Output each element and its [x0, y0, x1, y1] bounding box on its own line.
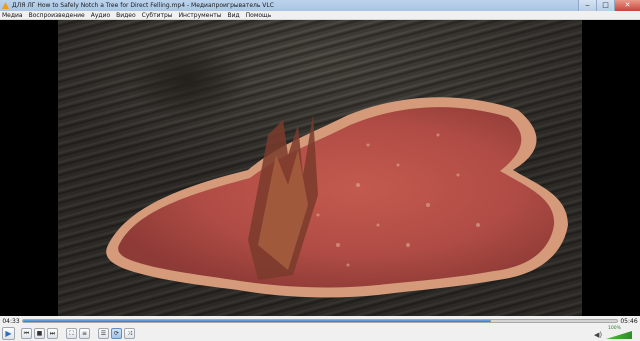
extended-settings-button[interactable]: ≡ [79, 328, 90, 339]
menu-subtitles[interactable]: Субтитры [142, 12, 173, 19]
previous-button[interactable]: ⏮ [21, 328, 32, 339]
seek-slider[interactable] [22, 319, 618, 323]
menu-playback[interactable]: Воспроизведение [29, 12, 85, 19]
video-area[interactable] [0, 20, 640, 316]
volume-slider[interactable] [606, 331, 632, 339]
seek-progress [23, 320, 492, 322]
menu-bar: Медиа Воспроизведение Аудио Видео Субтит… [0, 11, 640, 20]
window-buttons: ‒ □ ✕ [578, 0, 640, 11]
menu-tools[interactable]: Инструменты [179, 12, 222, 19]
volume-control[interactable]: ◀) 100% [594, 326, 634, 341]
stump-illustration [106, 97, 569, 298]
menu-view[interactable]: Вид [228, 12, 240, 19]
volume-label: 100% [608, 326, 621, 331]
menu-video[interactable]: Видео [116, 12, 136, 19]
video-frame [58, 20, 582, 316]
title-bar[interactable]: ДЛЯ ЛГ How to Safely Notch a Tree for Di… [0, 0, 640, 11]
menu-audio[interactable]: Аудио [91, 12, 110, 19]
menu-help[interactable]: Помощь [246, 12, 272, 19]
next-button[interactable]: ⏭ [47, 328, 58, 339]
vlc-window: ДЛЯ ЛГ How to Safely Notch a Tree for Di… [0, 0, 640, 341]
speaker-icon[interactable]: ◀) [594, 331, 602, 339]
random-button[interactable]: ⤨ [124, 328, 135, 339]
loop-button[interactable]: ⟳ [111, 328, 122, 339]
close-button[interactable]: ✕ [614, 0, 640, 11]
play-button[interactable]: ▶ [2, 327, 15, 340]
seek-row: 04:33 05:46 [0, 316, 640, 326]
fullscreen-button[interactable]: ⛶ [66, 328, 77, 339]
current-time: 04:33 [2, 317, 20, 325]
tree-stump-image [98, 75, 578, 305]
control-bar: ▶ ⏮ ■ ⏭ ⛶ ≡ ☰ ⟳ ⤨ ◀) 100% [0, 326, 640, 341]
minimize-button[interactable]: ‒ [578, 0, 596, 11]
stop-button[interactable]: ■ [34, 328, 45, 339]
maximize-button[interactable]: □ [596, 0, 614, 11]
vlc-cone-icon [2, 2, 9, 9]
window-title: ДЛЯ ЛГ How to Safely Notch a Tree for Di… [12, 2, 274, 9]
total-time: 05:46 [620, 317, 638, 325]
playlist-button[interactable]: ☰ [98, 328, 109, 339]
menu-media[interactable]: Медиа [2, 12, 23, 19]
